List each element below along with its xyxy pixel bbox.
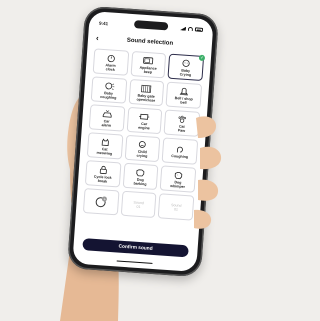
record-sound-tile[interactable]: +: [82, 188, 120, 216]
sound-tile[interactable]: Baby Crying ✓: [167, 53, 206, 81]
lock-icon: [99, 165, 107, 174]
sound-tile-label: Alarm clock: [105, 62, 116, 72]
sound-grid: Alarm clock Appliance beep Baby Crying ✓ Bab…: [82, 48, 206, 221]
cat-icon: [101, 137, 109, 146]
sound-tile-label: Dog whimper: [170, 179, 186, 189]
engine-icon: [139, 113, 150, 120]
sound-tile[interactable]: Child crying: [124, 134, 161, 163]
scene: 9:41 ‹ Sound selection Alarm clock Applia…: [0, 0, 243, 321]
confirm-sound-label: Confirm sound: [118, 244, 153, 252]
phone-device: 9:41 ‹ Sound selection Alarm clock Applia…: [66, 5, 220, 278]
home-indicator: [116, 259, 153, 264]
sound-tile-label: Child crying: [136, 149, 148, 158]
microwave-icon: [143, 56, 154, 64]
battery-icon: [194, 27, 204, 32]
sound-tile[interactable]: Coughing: [161, 137, 199, 165]
paw-icon: [178, 115, 187, 123]
sound-tile[interactable]: Cycle lock break: [84, 160, 122, 188]
plus-icon: +: [102, 195, 108, 202]
sound-tile-label: Car engine: [138, 121, 150, 130]
status-icons: [180, 26, 204, 32]
dog-whimper-icon: [174, 171, 183, 179]
sound-tile-label: Baby Crying: [179, 68, 192, 77]
child-icon: [139, 140, 147, 148]
sound-tile[interactable]: Alarm clock: [92, 48, 129, 76]
sound-tile-label: Appliance beep: [139, 65, 157, 74]
sound-tile-label: Bell / shop bell: [174, 95, 193, 105]
dog-icon: [136, 168, 145, 176]
chevron-left-icon[interactable]: ‹: [96, 33, 103, 42]
sound-tile-label: Cat Paw: [177, 123, 186, 133]
sound-tile-label: Cat meowing: [96, 146, 113, 156]
custom-sound-slot[interactable]: Sound 01: [158, 193, 195, 221]
check-icon: ✓: [198, 54, 206, 62]
sound-tile[interactable]: Dog barking: [122, 162, 159, 191]
bell-icon: [180, 87, 189, 95]
baby-cough-icon: [105, 82, 115, 90]
sound-tile[interactable]: Bell / shop bell: [165, 81, 203, 109]
cough-icon: [177, 146, 184, 153]
record-icon: +: [95, 195, 108, 208]
baby-icon: [182, 59, 190, 67]
sound-tile[interactable]: Baby coughing: [90, 76, 127, 104]
custom-sound-label: Sound 01: [133, 200, 145, 209]
sound-tile[interactable]: Cat Paw: [163, 109, 201, 137]
sound-tile-label: Baby gate open/close: [136, 93, 156, 103]
sound-tile[interactable]: Cat meowing: [86, 132, 124, 160]
wifi-icon: [187, 26, 194, 32]
sound-tile-label: Coughing: [171, 153, 189, 159]
phone-screen: 9:41 ‹ Sound selection Alarm clock Applia…: [72, 10, 214, 273]
sound-tile[interactable]: Dog whimper: [159, 165, 197, 193]
status-time: 9:41: [99, 20, 109, 26]
sound-tile-label: Dog barking: [133, 177, 147, 186]
sound-tile[interactable]: Car engine: [126, 106, 163, 135]
car-alarm-icon: [102, 109, 112, 118]
sound-tile-label: Baby coughing: [100, 90, 117, 100]
confirm-sound-button[interactable]: Confirm sound: [82, 238, 189, 258]
signal-icon: [180, 26, 186, 30]
sound-tile-label: Car alarm: [101, 118, 112, 128]
sound-tile[interactable]: Car alarm: [88, 104, 126, 132]
custom-sound-slot[interactable]: Sound 01: [120, 190, 157, 219]
gate-icon: [141, 84, 152, 93]
sound-tile[interactable]: Baby gate open/close: [128, 78, 165, 107]
sound-tile[interactable]: Appliance beep: [130, 51, 167, 79]
custom-sound-label: Sound 01: [170, 203, 182, 212]
page-title: Sound selection: [126, 37, 174, 47]
alarm-clock-icon: [107, 54, 115, 62]
sound-tile-label: Cycle lock break: [93, 174, 112, 184]
